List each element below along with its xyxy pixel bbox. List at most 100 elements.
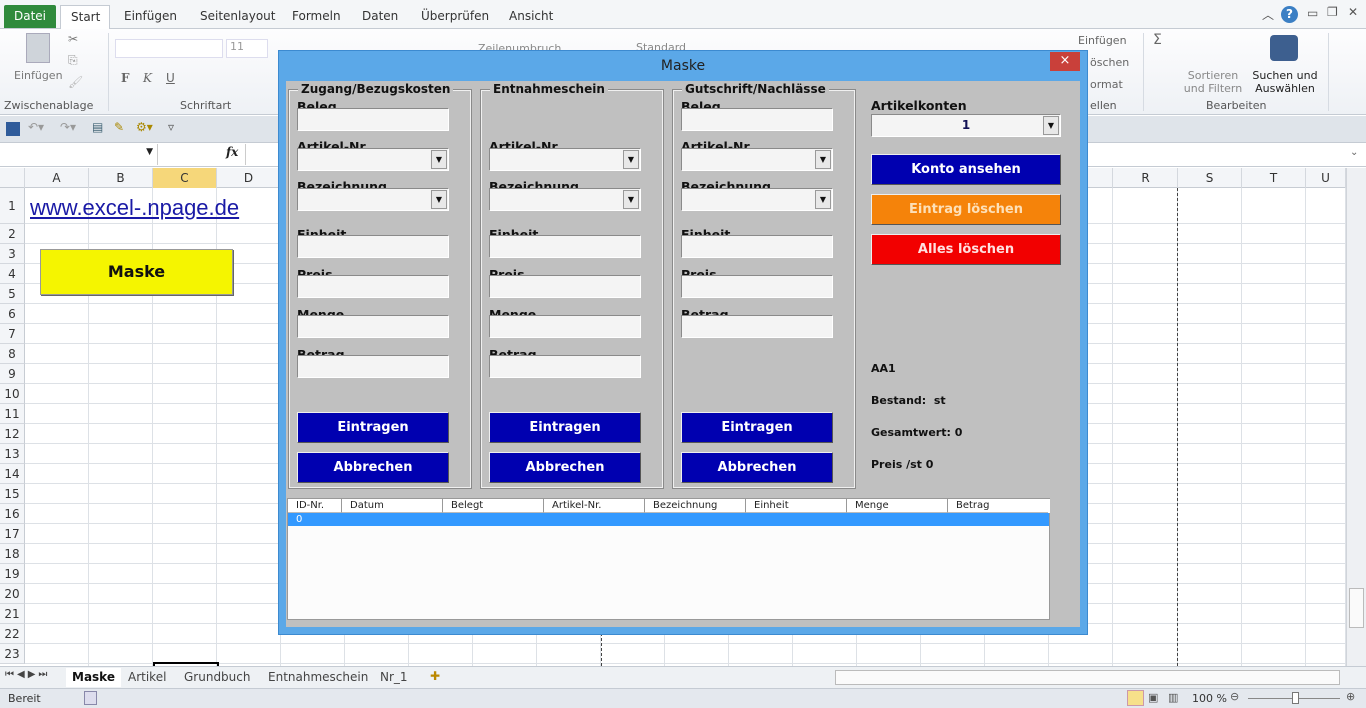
row-header-14[interactable]: 14 <box>0 464 25 484</box>
macro-record-icon[interactable] <box>84 691 97 705</box>
tab-formeln[interactable]: Formeln <box>282 5 351 29</box>
tab-ansicht[interactable]: Ansicht <box>499 5 563 29</box>
row-header-1[interactable]: 1 <box>0 188 25 224</box>
artikel-nr-select[interactable]: ▼ <box>489 148 641 171</box>
tab-datei[interactable]: Datei <box>4 5 56 28</box>
font-name-select[interactable] <box>115 39 223 58</box>
tab-daten[interactable]: Daten <box>352 5 408 29</box>
redo-icon[interactable]: ↷▾ <box>60 120 76 134</box>
chevron-down-icon[interactable]: ▼ <box>623 190 639 209</box>
sheet-tab-entnahmeschein[interactable]: Entnahmeschein <box>262 668 374 687</box>
tab-start[interactable]: Start <box>60 5 110 30</box>
bezeichnung-select[interactable]: ▼ <box>489 188 641 211</box>
paste-button[interactable]: Einfügen <box>14 69 63 82</box>
column-header-u[interactable]: U <box>1306 168 1346 188</box>
chevron-down-icon[interactable]: ▼ <box>815 150 831 169</box>
design-mode-icon[interactable]: ✎ <box>114 120 124 134</box>
chevron-down-icon[interactable]: ▼ <box>431 150 447 169</box>
minimize-ribbon-icon[interactable]: ︿ <box>1262 6 1274 23</box>
beleg-input[interactable] <box>297 108 449 131</box>
page-break-view-icon[interactable]: ▥ <box>1168 691 1178 704</box>
row-header-7[interactable]: 7 <box>0 324 25 344</box>
entries-listview[interactable]: ID-Nr. Datum Belegt Artikel-Nr. Bezeichnung E… <box>287 498 1050 620</box>
close-window-icon[interactable]: ✕ <box>1348 5 1358 19</box>
zoom-in-icon[interactable]: ⊕ <box>1346 690 1355 703</box>
save-icon[interactable] <box>6 122 20 136</box>
vertical-scrollbar[interactable] <box>1346 168 1366 666</box>
cut-icon[interactable]: ✂ <box>68 32 78 46</box>
row-header-9[interactable]: 9 <box>0 364 25 384</box>
list-header-bezeichnung[interactable]: Bezeichnung <box>645 499 746 513</box>
row-header-23[interactable]: 23 <box>0 644 25 664</box>
chevron-down-icon[interactable]: ▼ <box>1043 116 1059 135</box>
column-header-d[interactable]: D <box>217 168 281 188</box>
einheit-input[interactable] <box>489 235 641 258</box>
delete-cells-button[interactable]: öschen <box>1090 56 1129 69</box>
eintrag-löschen-button[interactable]: Eintrag löschen <box>871 194 1061 225</box>
chevron-down-icon[interactable]: ▼ <box>431 190 447 209</box>
paste-icon[interactable] <box>26 33 50 63</box>
sort-filter-button[interactable]: Sortieren und Filtern <box>1180 69 1246 95</box>
row-header-2[interactable]: 2 <box>0 224 25 244</box>
betrag-input[interactable] <box>681 315 833 338</box>
einheit-input[interactable] <box>681 235 833 258</box>
row-header-3[interactable]: 3 <box>0 244 25 264</box>
row-header-18[interactable]: 18 <box>0 544 25 564</box>
list-header-artikel-nr-[interactable]: Artikel-Nr. <box>544 499 645 513</box>
row-header-12[interactable]: 12 <box>0 424 25 444</box>
tab-einfügen[interactable]: Einfügen <box>114 5 187 29</box>
help-icon[interactable]: ? <box>1281 6 1298 23</box>
row-header-10[interactable]: 10 <box>0 384 25 404</box>
alles-löschen-button[interactable]: Alles löschen <box>871 234 1061 265</box>
column-header-a[interactable]: A <box>25 168 89 188</box>
sheet-tab-maske[interactable]: Maske <box>66 668 121 687</box>
bezeichnung-select[interactable]: ▼ <box>297 188 449 211</box>
zoom-level[interactable]: 100 % <box>1192 692 1227 705</box>
row-header-17[interactable]: 17 <box>0 524 25 544</box>
artikel-nr-select[interactable]: ▼ <box>297 148 449 171</box>
underline-button[interactable]: U <box>166 71 175 85</box>
row-header-20[interactable]: 20 <box>0 584 25 604</box>
betrag-input[interactable] <box>489 355 641 378</box>
list-row[interactable]: 0 <box>288 513 1049 526</box>
preis-input[interactable] <box>489 275 641 298</box>
menge-input[interactable] <box>297 315 449 338</box>
artikelkonten-select[interactable]: 1 ▼ <box>871 114 1061 137</box>
italic-button[interactable]: K <box>143 71 152 85</box>
abbrechen-button[interactable]: Abbrechen <box>681 452 833 483</box>
select-all-corner[interactable] <box>0 168 25 188</box>
column-header-r[interactable]: R <box>1114 168 1178 188</box>
konto-ansehen-button[interactable]: Konto ansehen <box>871 154 1061 185</box>
column-header-b[interactable]: B <box>89 168 153 188</box>
artikel-nr-select[interactable]: ▼ <box>681 148 833 171</box>
list-header-einheit[interactable]: Einheit <box>746 499 847 513</box>
insert-cells-button[interactable]: Einfügen <box>1078 34 1127 47</box>
column-header-t[interactable]: T <box>1242 168 1306 188</box>
print-preview-icon[interactable]: ▤ <box>92 120 103 134</box>
horizontal-scrollbar[interactable] <box>835 670 1340 685</box>
format-painter-icon[interactable]: 🖌 <box>68 75 83 89</box>
row-header-15[interactable]: 15 <box>0 484 25 504</box>
normal-view-icon[interactable] <box>1127 690 1144 706</box>
sheet-tab-nr_1[interactable]: Nr_1 <box>374 668 414 687</box>
font-size-select[interactable]: 11 <box>226 39 268 58</box>
sheet-tab-grundbuch[interactable]: Grundbuch <box>178 668 257 687</box>
find-select-button[interactable]: Suchen und Auswählen <box>1250 69 1320 95</box>
preis-input[interactable] <box>297 275 449 298</box>
tab-überprüfen[interactable]: Überprüfen <box>411 5 499 29</box>
row-header-22[interactable]: 22 <box>0 624 25 644</box>
eintragen-button[interactable]: Eintragen <box>681 412 833 443</box>
fx-icon[interactable]: fx <box>226 145 238 159</box>
sheet-tab-artikel[interactable]: Artikel <box>122 668 172 687</box>
abbrechen-button[interactable]: Abbrechen <box>489 452 641 483</box>
preis-input[interactable] <box>681 275 833 298</box>
row-header-4[interactable]: 4 <box>0 264 25 284</box>
row-header-5[interactable]: 5 <box>0 284 25 304</box>
zoom-out-icon[interactable]: ⊖ <box>1230 690 1239 703</box>
betrag-input[interactable] <box>297 355 449 378</box>
row-header-8[interactable]: 8 <box>0 344 25 364</box>
row-header-16[interactable]: 16 <box>0 504 25 524</box>
website-link[interactable]: www.excel-.npage.de <box>30 195 239 221</box>
row-header-6[interactable]: 6 <box>0 304 25 324</box>
tab-seitenlayout[interactable]: Seitenlayout <box>190 5 285 29</box>
